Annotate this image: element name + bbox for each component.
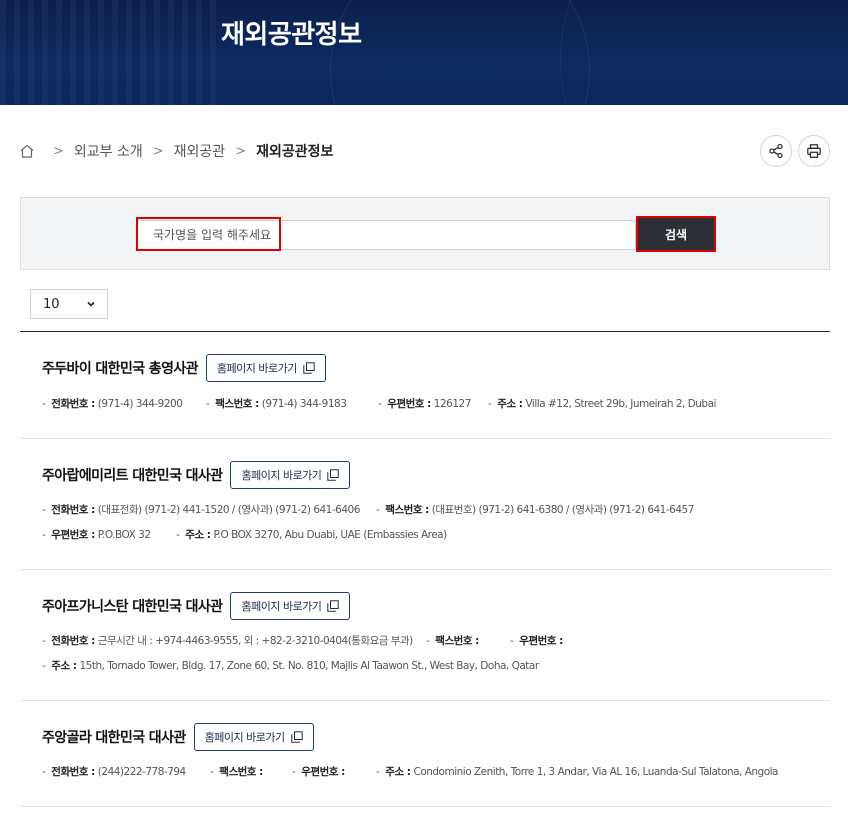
fax-value: (대표번호) (971-2) 641-6380 / (영사과) (971-2) …	[431, 504, 695, 516]
zip-value: 126127	[433, 397, 472, 410]
embassy-item: 주아랍에미리트 대한민국 대사관 홈페이지 바로가기 - 전화번호 : (대표전화)…	[20, 439, 830, 570]
fax-label: 팩스번호 :	[385, 504, 429, 516]
banner-decoration	[560, 0, 848, 105]
chevron-right-icon: >	[152, 143, 164, 159]
banner-decoration	[330, 0, 590, 105]
zip-value: P.O.BOX 32	[97, 528, 151, 541]
print-button[interactable]	[798, 135, 830, 167]
homepage-link-label: 홈페이지 바로가기	[216, 362, 297, 375]
homepage-link-label: 홈페이지 바로가기	[241, 469, 322, 482]
phone-value: (244)222-778-794	[97, 765, 186, 778]
zip-label: 우편번호 :	[387, 398, 431, 410]
phone-label: 전화번호 :	[51, 766, 95, 778]
embassy-info: - 전화번호 : (대표전화) (971-2) 441-1520 / (영사과) (…	[42, 503, 695, 517]
homepage-link-button[interactable]: 홈페이지 바로가기	[230, 461, 351, 489]
breadcrumb-item[interactable]: 외교부 소개	[74, 141, 143, 161]
embassy-info: - 우편번호 : P.O.BOX 32 - 주소 : P.O BOX 3270, Abu…	[42, 528, 447, 542]
share-icon	[768, 143, 784, 159]
phone-label: 전화번호 :	[51, 635, 95, 647]
page-title: 재외공관정보	[221, 20, 362, 50]
fax-label: 팩스번호 :	[219, 766, 263, 778]
zip-label: 우편번호 :	[519, 635, 563, 647]
home-icon[interactable]	[19, 143, 35, 159]
address-value: P.O BOX 3270, Abu Duabi, UAE (Embassies …	[213, 528, 447, 541]
address-label: 주소 :	[385, 766, 411, 778]
breadcrumb-current: 재외공관정보	[256, 144, 334, 160]
embassy-item: 주앙골라 대한민국 대사관 홈페이지 바로가기 - 전화번호 : (244)222-…	[20, 701, 830, 807]
phone-label: 전화번호 :	[51, 504, 95, 516]
address-label: 주소 :	[497, 398, 523, 410]
chevron-right-icon: >	[235, 143, 247, 159]
fax-value: (971-4) 344-9183	[261, 397, 347, 410]
chevron-down-icon	[85, 298, 97, 310]
embassy-info: - 주소 :15th, Tornado Tower, Bldg. 17, Zone…	[42, 659, 539, 673]
embassy-name: 주아프가니스탄 대한민국 대사관	[42, 599, 223, 615]
external-link-icon	[303, 362, 315, 374]
page-size-select[interactable]: 10	[30, 289, 108, 319]
breadcrumb: > 외교부 소개 > 재외공관 > 재외공관정보	[19, 141, 333, 161]
address-value: 15th, Tornado Tower, Bldg. 17, Zone 60, …	[79, 659, 539, 672]
external-link-icon	[290, 731, 303, 743]
address-value: Condominio Zenith, Torre 1, 3 Andar, Via…	[413, 765, 778, 778]
homepage-link-button[interactable]: 홈페이지 바로가기	[230, 592, 351, 620]
search-button-label: 검색	[638, 218, 714, 250]
external-link-icon	[327, 600, 340, 612]
fax-label: 팩스번호 :	[215, 398, 259, 410]
address-label: 주소 :	[51, 660, 77, 672]
address-label: 주소 :	[185, 529, 211, 541]
embassy-info: - 전화번호 : (244)222-778-794 - 팩스번호 : - 우편번호 : …	[42, 765, 778, 779]
page-banner: 재외공관정보	[0, 0, 848, 105]
embassy-item: 주두바이 대한민국 총영사관 홈페이지 바로가기 - 전화번호 : (971-4) …	[20, 332, 830, 439]
embassy-name: 주앙골라 대한민국 대사관	[42, 730, 186, 746]
breadcrumb-item[interactable]: 재외공관	[174, 141, 226, 161]
phone-label: 전화번호 :	[51, 398, 95, 410]
external-link-icon	[327, 469, 340, 481]
homepage-link-button[interactable]: 홈페이지 바로가기	[205, 354, 326, 382]
zip-label: 우편번호 :	[51, 529, 95, 541]
share-button[interactable]	[760, 135, 792, 167]
zip-label: 우편번호 :	[301, 766, 345, 778]
phone-value: 근무시간 내 : +974-4463-9555, 외 : +82-2-3210-…	[97, 635, 413, 647]
embassy-info: - 전화번호 : (971-4) 344-9200 - 팩스번호 : (971-4) 3…	[42, 397, 716, 411]
fax-label: 팩스번호 :	[435, 635, 479, 647]
address-value: Villa #12, Street 29b, Jumeirah 2, Dubai	[525, 397, 716, 410]
search-button[interactable]: 검색	[636, 216, 716, 252]
highlight-box	[136, 217, 281, 251]
homepage-link-label: 홈페이지 바로가기	[241, 600, 322, 613]
phone-value: (대표전화) (971-2) 441-1520 / (영사과) (971-2) …	[97, 504, 361, 516]
chevron-right-icon: >	[53, 143, 64, 159]
embassy-name: 주두바이 대한민국 총영사관	[42, 361, 199, 377]
page-size-value: 10	[43, 296, 60, 312]
homepage-link-button[interactable]: 홈페이지 바로가기	[193, 723, 314, 751]
print-icon	[806, 143, 822, 159]
phone-value: (971-4) 344-9200	[97, 397, 183, 410]
embassy-item: 주아프가니스탄 대한민국 대사관 홈페이지 바로가기 - 전화번호 : 근무시간 내…	[20, 570, 830, 701]
embassy-info: - 전화번호 : 근무시간 내 : +974-4463-9555, 외 : +82-…	[42, 634, 563, 648]
banner-decoration	[0, 0, 220, 105]
embassy-name: 주아랍에미리트 대한민국 대사관	[42, 468, 223, 484]
homepage-link-label: 홈페이지 바로가기	[204, 731, 285, 744]
